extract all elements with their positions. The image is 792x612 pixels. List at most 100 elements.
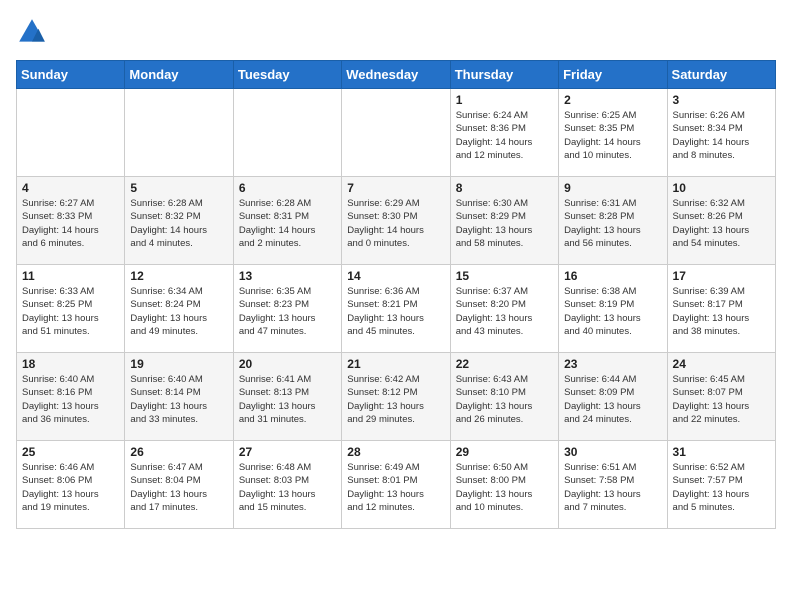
day-info: Sunrise: 6:41 AMSunset: 8:13 PMDaylight:… [239, 373, 336, 426]
day-of-week-header: Tuesday [233, 61, 341, 89]
day-number: 22 [456, 357, 553, 371]
calendar-cell: 29Sunrise: 6:50 AMSunset: 8:00 PMDayligh… [450, 441, 558, 529]
day-info: Sunrise: 6:48 AMSunset: 8:03 PMDaylight:… [239, 461, 336, 514]
day-info: Sunrise: 6:37 AMSunset: 8:20 PMDaylight:… [456, 285, 553, 338]
day-number: 12 [130, 269, 227, 283]
calendar-cell [233, 89, 341, 177]
day-info: Sunrise: 6:27 AMSunset: 8:33 PMDaylight:… [22, 197, 119, 250]
day-number: 8 [456, 181, 553, 195]
calendar-cell: 2 Sunrise: 6:25 AMSunset: 8:35 PMDaylight… [559, 89, 667, 177]
day-number: 6 [239, 181, 336, 195]
day-info: Sunrise: 6:26 AMSunset: 8:34 PMDaylight:… [673, 109, 770, 162]
day-info: Sunrise: 6:25 AMSunset: 8:35 PMDaylight:… [564, 109, 661, 162]
calendar-cell: 8 Sunrise: 6:30 AMSunset: 8:29 PMDaylight… [450, 177, 558, 265]
day-of-week-header: Sunday [17, 61, 125, 89]
calendar-cell: 13 Sunrise: 6:35 AMSunset: 8:23 PMDayligh… [233, 265, 341, 353]
calendar-cell [342, 89, 450, 177]
day-number: 3 [673, 93, 770, 107]
logo-icon [16, 16, 48, 48]
calendar-cell: 18 Sunrise: 6:40 AMSunset: 8:16 PMDayligh… [17, 353, 125, 441]
calendar-cell [17, 89, 125, 177]
day-number: 18 [22, 357, 119, 371]
calendar-cell: 6 Sunrise: 6:28 AMSunset: 8:31 PMDaylight… [233, 177, 341, 265]
calendar-week-row: 4 Sunrise: 6:27 AMSunset: 8:33 PMDaylight… [17, 177, 776, 265]
calendar-cell: 17 Sunrise: 6:39 AMSunset: 8:17 PMDayligh… [667, 265, 775, 353]
calendar-cell: 12Sunrise: 6:34 AMSunset: 8:24 PMDayligh… [125, 265, 233, 353]
calendar-cell: 28 Sunrise: 6:49 AMSunset: 8:01 PMDayligh… [342, 441, 450, 529]
calendar-cell: 27 Sunrise: 6:48 AMSunset: 8:03 PMDayligh… [233, 441, 341, 529]
day-number: 30 [564, 445, 661, 459]
day-info: Sunrise: 6:35 AMSunset: 8:23 PMDaylight:… [239, 285, 336, 338]
logo [16, 16, 52, 48]
day-number: 4 [22, 181, 119, 195]
day-info: Sunrise: 6:29 AMSunset: 8:30 PMDaylight:… [347, 197, 444, 250]
calendar-cell: 23 Sunrise: 6:44 AMSunset: 8:09 PMDayligh… [559, 353, 667, 441]
day-number: 27 [239, 445, 336, 459]
calendar-cell [125, 89, 233, 177]
day-number: 10 [673, 181, 770, 195]
day-number: 2 [564, 93, 661, 107]
day-number: 9 [564, 181, 661, 195]
calendar-cell: 14 Sunrise: 6:36 AMSunset: 8:21 PMDayligh… [342, 265, 450, 353]
day-number: 16 [564, 269, 661, 283]
calendar-cell: 26 Sunrise: 6:47 AMSunset: 8:04 PMDayligh… [125, 441, 233, 529]
day-number: 19 [130, 357, 227, 371]
calendar-cell: 16 Sunrise: 6:38 AMSunset: 8:19 PMDayligh… [559, 265, 667, 353]
day-info: Sunrise: 6:40 AMSunset: 8:16 PMDaylight:… [22, 373, 119, 426]
calendar-cell: 9 Sunrise: 6:31 AMSunset: 8:28 PMDaylight… [559, 177, 667, 265]
day-info: Sunrise: 6:38 AMSunset: 8:19 PMDaylight:… [564, 285, 661, 338]
day-info: Sunrise: 6:28 AMSunset: 8:32 PMDaylight:… [130, 197, 227, 250]
day-number: 23 [564, 357, 661, 371]
day-info: Sunrise: 6:47 AMSunset: 8:04 PMDaylight:… [130, 461, 227, 514]
day-info: Sunrise: 6:52 AMSunset: 7:57 PMDaylight:… [673, 461, 770, 514]
calendar-cell: 1Sunrise: 6:24 AMSunset: 8:36 PMDaylight… [450, 89, 558, 177]
day-info: Sunrise: 6:28 AMSunset: 8:31 PMDaylight:… [239, 197, 336, 250]
day-number: 21 [347, 357, 444, 371]
calendar-cell: 19 Sunrise: 6:40 AMSunset: 8:14 PMDayligh… [125, 353, 233, 441]
calendar-cell: 4 Sunrise: 6:27 AMSunset: 8:33 PMDaylight… [17, 177, 125, 265]
calendar-cell: 24 Sunrise: 6:45 AMSunset: 8:07 PMDayligh… [667, 353, 775, 441]
day-info: Sunrise: 6:45 AMSunset: 8:07 PMDaylight:… [673, 373, 770, 426]
calendar-cell: 11Sunrise: 6:33 AMSunset: 8:25 PMDayligh… [17, 265, 125, 353]
calendar-header-row: SundayMondayTuesdayWednesdayThursdayFrid… [17, 61, 776, 89]
calendar-cell: 7 Sunrise: 6:29 AMSunset: 8:30 PMDaylight… [342, 177, 450, 265]
day-number: 25 [22, 445, 119, 459]
day-number: 14 [347, 269, 444, 283]
day-number: 26 [130, 445, 227, 459]
calendar-table: SundayMondayTuesdayWednesdayThursdayFrid… [16, 60, 776, 529]
calendar-cell: 31Sunrise: 6:52 AMSunset: 7:57 PMDayligh… [667, 441, 775, 529]
day-info: Sunrise: 6:33 AMSunset: 8:25 PMDaylight:… [22, 285, 119, 338]
day-number: 13 [239, 269, 336, 283]
calendar-cell: 20 Sunrise: 6:41 AMSunset: 8:13 PMDayligh… [233, 353, 341, 441]
day-info: Sunrise: 6:44 AMSunset: 8:09 PMDaylight:… [564, 373, 661, 426]
day-info: Sunrise: 6:50 AMSunset: 8:00 PMDaylight:… [456, 461, 553, 514]
day-info: Sunrise: 6:42 AMSunset: 8:12 PMDaylight:… [347, 373, 444, 426]
calendar-week-row: 18 Sunrise: 6:40 AMSunset: 8:16 PMDayligh… [17, 353, 776, 441]
page-header [16, 16, 776, 48]
day-info: Sunrise: 6:51 AMSunset: 7:58 PMDaylight:… [564, 461, 661, 514]
day-of-week-header: Monday [125, 61, 233, 89]
calendar-cell: 10 Sunrise: 6:32 AMSunset: 8:26 PMDayligh… [667, 177, 775, 265]
calendar-cell: 22 Sunrise: 6:43 AMSunset: 8:10 PMDayligh… [450, 353, 558, 441]
calendar-cell: 30 Sunrise: 6:51 AMSunset: 7:58 PMDayligh… [559, 441, 667, 529]
day-info: Sunrise: 6:49 AMSunset: 8:01 PMDaylight:… [347, 461, 444, 514]
day-number: 28 [347, 445, 444, 459]
day-number: 20 [239, 357, 336, 371]
calendar-week-row: 25Sunrise: 6:46 AMSunset: 8:06 PMDayligh… [17, 441, 776, 529]
day-info: Sunrise: 6:43 AMSunset: 8:10 PMDaylight:… [456, 373, 553, 426]
day-number: 15 [456, 269, 553, 283]
day-info: Sunrise: 6:24 AMSunset: 8:36 PMDaylight:… [456, 109, 553, 162]
day-info: Sunrise: 6:32 AMSunset: 8:26 PMDaylight:… [673, 197, 770, 250]
day-info: Sunrise: 6:36 AMSunset: 8:21 PMDaylight:… [347, 285, 444, 338]
calendar-cell: 3 Sunrise: 6:26 AMSunset: 8:34 PMDaylight… [667, 89, 775, 177]
day-number: 24 [673, 357, 770, 371]
calendar-cell: 21 Sunrise: 6:42 AMSunset: 8:12 PMDayligh… [342, 353, 450, 441]
day-info: Sunrise: 6:30 AMSunset: 8:29 PMDaylight:… [456, 197, 553, 250]
day-number: 17 [673, 269, 770, 283]
calendar-week-row: 11Sunrise: 6:33 AMSunset: 8:25 PMDayligh… [17, 265, 776, 353]
day-number: 7 [347, 181, 444, 195]
day-info: Sunrise: 6:39 AMSunset: 8:17 PMDaylight:… [673, 285, 770, 338]
day-info: Sunrise: 6:40 AMSunset: 8:14 PMDaylight:… [130, 373, 227, 426]
calendar-cell: 25Sunrise: 6:46 AMSunset: 8:06 PMDayligh… [17, 441, 125, 529]
day-info: Sunrise: 6:31 AMSunset: 8:28 PMDaylight:… [564, 197, 661, 250]
